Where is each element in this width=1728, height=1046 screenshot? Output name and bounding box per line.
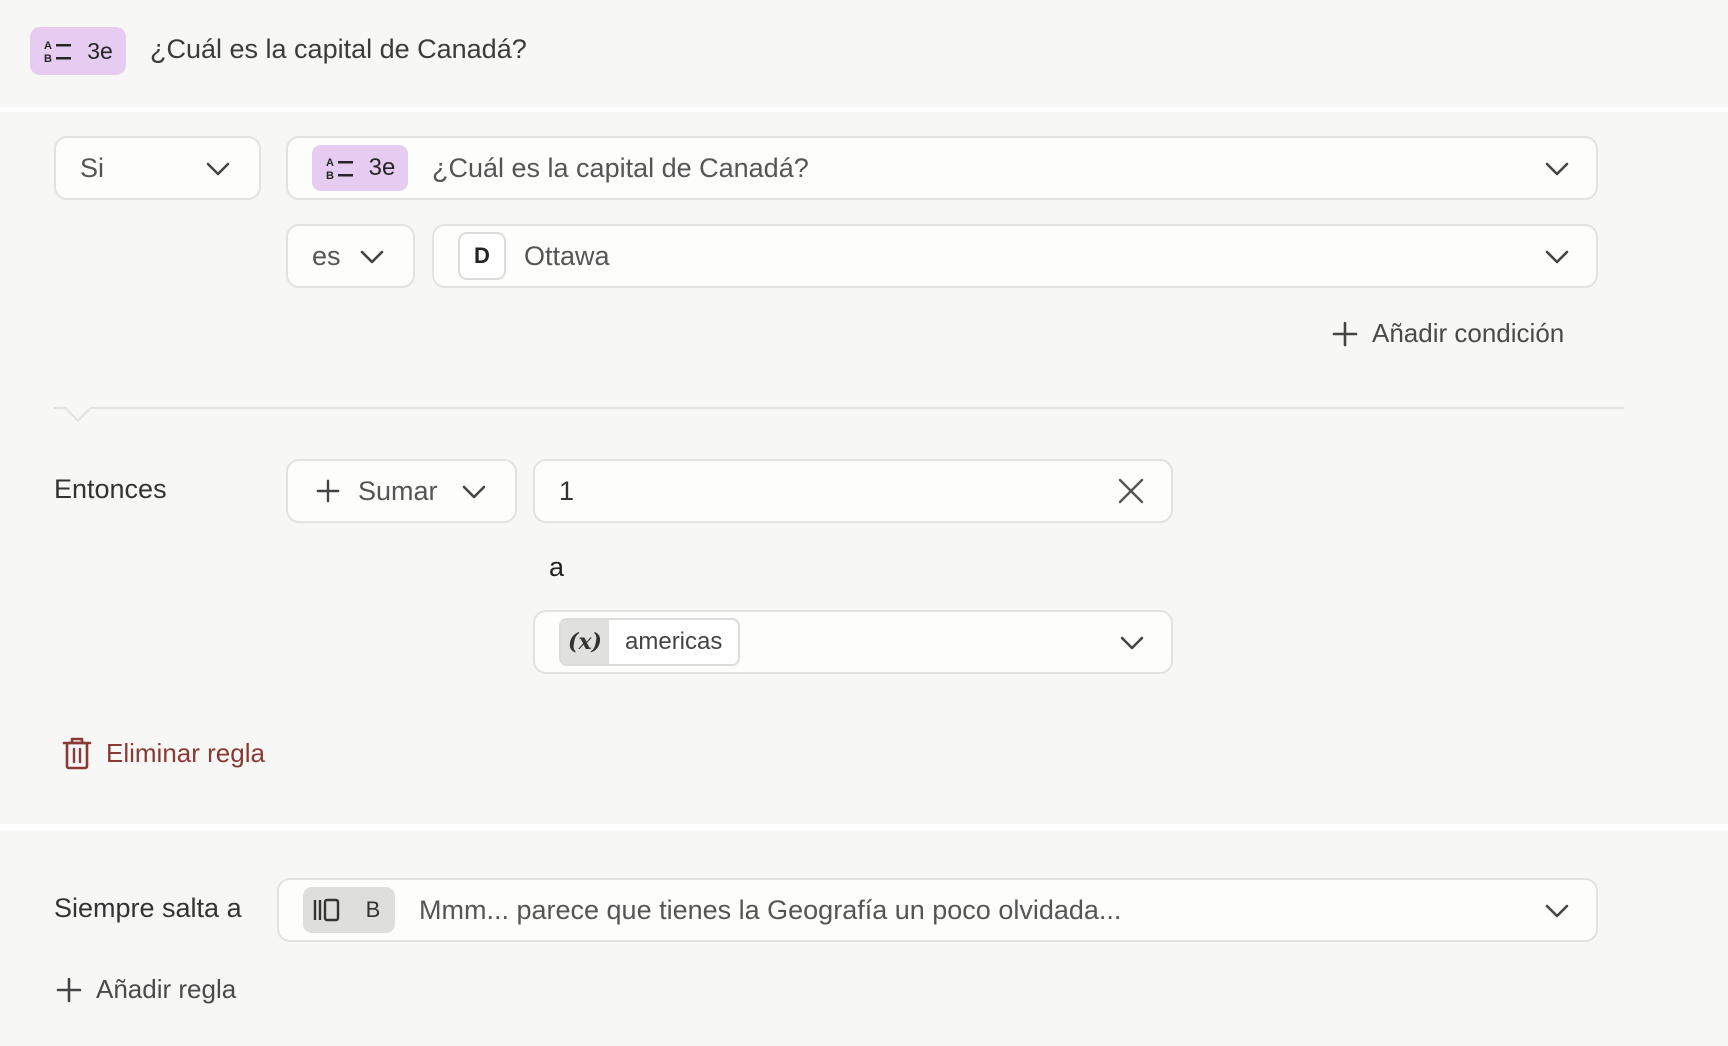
add-condition-label: Añadir condición <box>1372 318 1565 348</box>
plus-icon <box>316 479 340 503</box>
delete-rule-button[interactable]: Eliminar regla <box>62 736 265 770</box>
always-jump-target: Mmm... parece que tienes la Geografía un… <box>419 894 1122 925</box>
operation-value: Sumar <box>358 475 438 506</box>
operation-select[interactable]: Sumar <box>286 459 517 523</box>
section-divider <box>54 407 1624 409</box>
variable-chip: (x) americas <box>559 618 741 666</box>
variable-name: americas <box>625 628 723 655</box>
chevron-down-icon <box>206 162 230 176</box>
question-type-badge: A B 3e <box>312 145 408 191</box>
add-rule-button[interactable]: Añadir regla <box>56 974 236 1005</box>
plus-icon <box>1332 321 1358 346</box>
chevron-down-icon <box>360 250 384 264</box>
variable-select[interactable]: (x) americas <box>533 610 1173 674</box>
chevron-down-icon <box>1545 162 1569 176</box>
condition-question-title: ¿Cuál es la capital de Canadá? <box>432 152 809 183</box>
question-number: 3e <box>87 37 113 64</box>
plus-icon <box>56 977 82 1002</box>
chevron-down-icon <box>1545 250 1569 264</box>
always-jump-label: Siempre salta a <box>54 893 242 923</box>
amount-value: 1 <box>559 475 575 506</box>
chevron-down-icon <box>1120 636 1144 650</box>
svg-text:A: A <box>44 40 52 52</box>
divider-notch <box>63 393 93 423</box>
then-label: Entonces <box>54 474 167 504</box>
multiple-choice-icon: A B <box>326 157 353 181</box>
logic-editor: A B 3e ¿Cuál es la capital de Canadá? Si… <box>0 0 1728 1046</box>
amount-input[interactable]: 1 <box>533 459 1173 523</box>
operator-value: es <box>312 240 341 271</box>
delete-rule-label: Eliminar regla <box>106 737 265 768</box>
always-jump-select[interactable]: B Mmm... parece que tienes la Geografía … <box>277 878 1598 942</box>
question-type-badge: A B 3e <box>30 27 126 75</box>
connector-label: a <box>549 552 565 582</box>
answer-select[interactable]: D Ottawa <box>432 224 1598 288</box>
chevron-down-icon <box>1545 904 1569 918</box>
condition-question-select[interactable]: A B 3e ¿Cuál es la capital de Canadá? <box>286 136 1598 200</box>
variable-icon: (x) <box>561 620 609 664</box>
statement-badge: B <box>303 887 395 933</box>
chevron-down-icon <box>462 485 486 499</box>
question-number: 3e <box>368 154 396 181</box>
operator-select[interactable]: es <box>286 224 415 288</box>
statement-icon <box>303 887 351 933</box>
trash-icon <box>62 737 92 770</box>
svg-text:A: A <box>326 157 334 169</box>
target-letter: B <box>365 897 381 922</box>
question-title: ¿Cuál es la capital de Canadá? <box>150 34 527 64</box>
always-jump-section: Siempre salta a B Mmm... parece que tien… <box>0 830 1728 1046</box>
logic-rule: Si A B 3e ¿Cuál es la capital de Canadá? <box>0 112 1728 824</box>
add-condition-button[interactable]: Añadir condición <box>1332 318 1564 349</box>
svg-text:B: B <box>44 53 52 64</box>
clear-icon[interactable] <box>1117 477 1145 505</box>
condition-type-select[interactable]: Si <box>54 136 261 200</box>
answer-letter-key: D <box>458 232 506 280</box>
condition-type-value: Si <box>80 152 105 183</box>
multiple-choice-icon: A B <box>44 40 72 64</box>
add-rule-label: Añadir regla <box>96 974 237 1004</box>
svg-text:B: B <box>326 170 334 181</box>
question-header: A B 3e ¿Cuál es la capital de Canadá? <box>0 0 1728 107</box>
answer-value: Ottawa <box>524 240 610 271</box>
